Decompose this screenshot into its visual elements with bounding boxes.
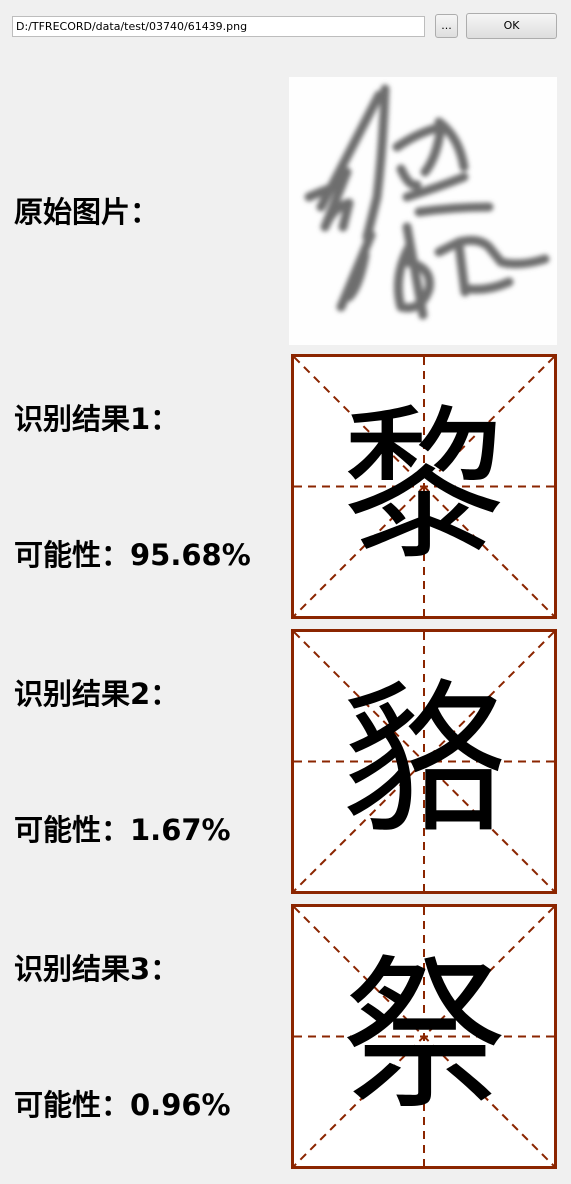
result-1-char: 黎 — [341, 390, 507, 582]
result-2-char-grid: 貉 — [291, 629, 557, 894]
original-image-label: 原始图片： — [14, 195, 160, 229]
result-2-char: 貉 — [341, 665, 507, 857]
result-1-char-grid: 黎 — [291, 354, 557, 619]
result-1-probability: 可能性：95.68% — [14, 538, 251, 572]
result-3-char-grid: 祭 — [291, 904, 557, 1169]
result-2-probability: 可能性：1.67% — [14, 813, 231, 847]
result-3-probability: 可能性：0.96% — [14, 1088, 231, 1122]
browse-button[interactable]: ... — [435, 14, 458, 38]
result-1-label: 识别结果1： — [14, 402, 180, 436]
result-2-label: 识别结果2： — [14, 677, 180, 711]
ok-button[interactable]: OK — [466, 13, 557, 39]
file-path-input[interactable] — [12, 16, 425, 37]
original-handwriting-image — [289, 77, 557, 345]
result-3-char: 祭 — [341, 940, 507, 1132]
result-3-label: 识别结果3： — [14, 952, 180, 986]
